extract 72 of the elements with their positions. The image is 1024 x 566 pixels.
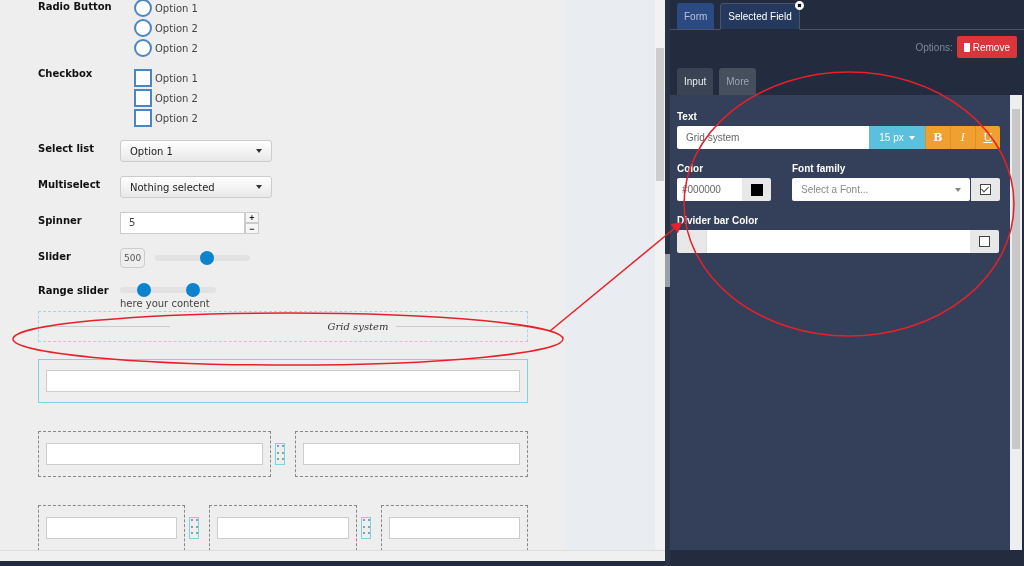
field-label: Spinner (38, 214, 83, 228)
select-dropdown[interactable]: Option 1 (120, 140, 272, 162)
vertical-scrollbar[interactable] (1010, 95, 1022, 550)
divider-title: Grid system (326, 321, 390, 332)
close-icon[interactable] (794, 1, 804, 10)
remove-button[interactable]: Remove (956, 36, 1017, 58)
vertical-scrollbar[interactable] (655, 0, 665, 550)
grid-column[interactable] (295, 431, 528, 477)
panel-tab[interactable]: Input (677, 68, 714, 95)
option-label: Option 1 (155, 2, 198, 14)
grid-column[interactable] (38, 505, 186, 550)
decrement-button[interactable]: − (245, 223, 259, 234)
color-swatch-icon (750, 183, 763, 196)
input-field[interactable] (46, 517, 178, 539)
input-field[interactable] (46, 443, 263, 465)
radio-button[interactable] (134, 19, 152, 37)
field-label: Multiselect (38, 178, 102, 192)
slider-handle[interactable] (200, 251, 215, 265)
horizontal-scrollbar[interactable] (0, 550, 665, 561)
radio-button[interactable] (134, 39, 152, 57)
field-label: Range slider (38, 284, 110, 298)
grid-row[interactable] (38, 359, 528, 403)
spinner-field[interactable]: 5 (120, 212, 245, 234)
divider-field[interactable]: Grid system (38, 311, 528, 342)
input-field[interactable] (217, 517, 349, 539)
option-label: Option 2 (155, 92, 198, 104)
help-text: here your content (120, 298, 211, 309)
text-input[interactable]: Grid system (677, 126, 869, 149)
input-field[interactable] (303, 443, 520, 465)
input-field[interactable] (46, 370, 520, 392)
panel-tab[interactable]: Form (677, 3, 715, 29)
panel-tab[interactable]: More (719, 68, 757, 95)
options-label: Options: (915, 41, 953, 53)
font-select[interactable]: Select a Font... (792, 178, 970, 201)
checkbox-button[interactable] (970, 230, 999, 253)
caret-icon (256, 185, 262, 189)
color-preview[interactable] (677, 230, 706, 253)
drag-handle-icon[interactable] (360, 517, 371, 539)
caret-icon (908, 135, 915, 140)
field-label: Checkbox (38, 68, 94, 81)
field-label: Select list (38, 142, 95, 156)
caret-icon (256, 149, 262, 153)
drag-handle-icon[interactable] (189, 517, 200, 539)
checkbox[interactable] (134, 89, 152, 107)
checkbox[interactable] (134, 69, 152, 87)
range-slider-handle[interactable] (137, 283, 151, 297)
splitter[interactable] (665, 0, 670, 566)
option-label: Option 2 (155, 112, 198, 124)
grid-column[interactable] (209, 505, 357, 550)
range-slider-handle[interactable] (185, 283, 200, 297)
field-label: Slider (38, 250, 72, 264)
field-label: Radio Button (38, 0, 113, 14)
field-label: Text (677, 111, 698, 122)
color-input[interactable] (706, 230, 970, 253)
trash-icon (963, 42, 970, 52)
multiselect-dropdown[interactable]: Nothing selected (120, 176, 272, 198)
option-label: Option 2 (155, 42, 198, 54)
checkbox-button[interactable] (971, 178, 1000, 201)
slider-value: 500 (120, 248, 146, 268)
collapse-handle[interactable] (665, 254, 670, 287)
grid-column[interactable] (38, 431, 271, 477)
field-label: Font family (792, 163, 847, 174)
option-label: Option 2 (155, 22, 198, 34)
radio-button[interactable] (134, 0, 152, 17)
input-field[interactable] (388, 517, 520, 539)
caret-icon (955, 187, 961, 192)
increment-button[interactable]: + (245, 212, 259, 223)
grid-column[interactable] (380, 505, 528, 550)
drag-handle-icon[interactable] (275, 443, 285, 465)
color-swatch-button[interactable] (742, 178, 771, 201)
checkbox[interactable] (134, 109, 152, 127)
option-label: Option 1 (155, 72, 198, 84)
